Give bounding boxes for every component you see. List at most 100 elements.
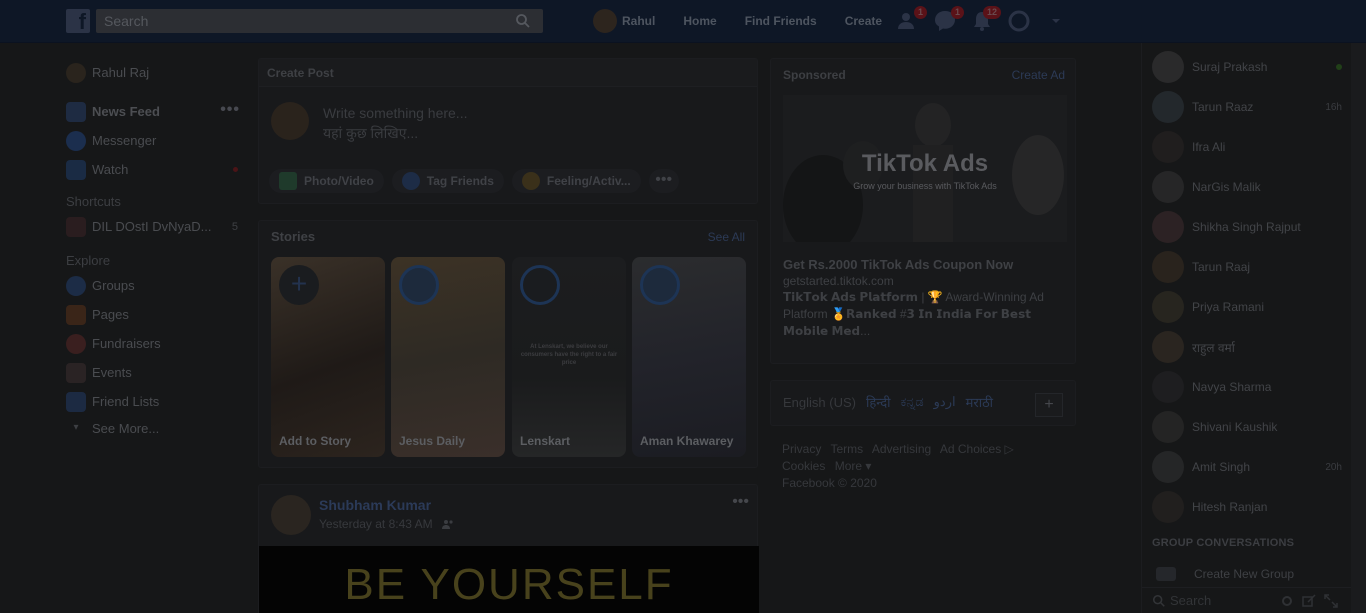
language-hindi-link[interactable]: हिन्दी <box>866 393 891 411</box>
left-sidebar: Rahul Raj News Feed ••• Messenger Watch … <box>66 58 246 440</box>
avatar <box>640 265 680 305</box>
tag-friends-button[interactable]: Tag Friends <box>391 169 504 193</box>
chat-contact[interactable]: NarGis Malik <box>1152 167 1348 207</box>
compose-icon[interactable] <box>1302 594 1316 608</box>
story-add[interactable]: + Add to Story <box>271 257 385 457</box>
sidebar-item-label: Groups <box>92 278 135 293</box>
more-actions-button[interactable]: ••• <box>648 169 679 193</box>
sidebar-item-groups[interactable]: Groups <box>66 271 246 300</box>
feeling-activity-button[interactable]: Feeling/Activ... <box>511 169 641 193</box>
home-link[interactable]: Home <box>683 14 716 28</box>
post-options-button[interactable]: ••• <box>732 493 749 511</box>
facebook-logo-icon[interactable]: f <box>66 9 90 33</box>
chat-search-input[interactable] <box>1170 591 1270 609</box>
avatar <box>1152 491 1184 523</box>
gear-icon[interactable] <box>1280 594 1294 608</box>
chat-contact[interactable]: राहुल वर्मा <box>1152 327 1348 367</box>
notifications-button[interactable]: 12 <box>969 6 1001 34</box>
sidebar-item-messenger[interactable]: Messenger <box>66 126 246 155</box>
account-menu-button[interactable] <box>1043 8 1069 34</box>
create-link[interactable]: Create <box>845 14 882 28</box>
chat-contact[interactable]: Amit Singh 20h <box>1152 447 1348 487</box>
language-kannada-link[interactable]: ಕನ್ನಡ <box>901 394 924 410</box>
expand-icon[interactable] <box>1324 594 1338 608</box>
story-lenskart[interactable]: At Lenskart, we believe our consumers ha… <box>512 257 626 457</box>
footer-cookies-link[interactable]: Cookies <box>782 459 825 473</box>
chat-contact[interactable]: Priya Ramani <box>1152 287 1348 327</box>
chat-contact[interactable]: Navya Sharma <box>1152 367 1348 407</box>
search-bar[interactable] <box>96 9 543 33</box>
sponsored-title: Sponsored <box>783 68 846 82</box>
top-nav-icons: 1 1 12 <box>895 6 1080 34</box>
group-conversations-heading: GROUP CONVERSATIONS <box>1152 537 1295 549</box>
sidebar-item-shortcut[interactable]: DIL DOstI DvNyaD... 5 <box>66 212 246 241</box>
chat-contact[interactable]: Tarun Raaz 16h <box>1152 87 1348 127</box>
contact-name: Tarun Raaz <box>1192 100 1254 114</box>
create-new-group-button[interactable]: Create New Group <box>1156 567 1294 581</box>
see-all-stories-link[interactable]: See All <box>708 230 745 244</box>
chat-contact[interactable]: Hitesh Ranjan <box>1152 487 1348 527</box>
page-scrollbar[interactable] <box>1351 43 1366 613</box>
contact-name: Amit Singh <box>1192 460 1251 474</box>
avatar <box>1152 291 1184 323</box>
sidebar-item-friend-lists[interactable]: Friend Lists <box>66 387 246 416</box>
ad-headline-link[interactable]: Get Rs.2000 TikTok Ads Coupon Now <box>783 257 1013 272</box>
chat-contact[interactable]: Shikha Singh Rajput <box>1152 207 1348 247</box>
story-aman-khawarey[interactable]: Aman Khawarey <box>632 257 746 457</box>
photo-video-button[interactable]: Photo/Video <box>269 169 384 193</box>
chat-contact[interactable]: Ifra Ali <box>1152 127 1348 167</box>
story-label: Lenskart <box>520 434 571 448</box>
avatar <box>1152 131 1184 163</box>
footer-privacy-link[interactable]: Privacy <box>782 442 821 456</box>
sidebar-item-events[interactable]: Events <box>66 358 246 387</box>
post-composer-input[interactable]: Write something here... यहां कुछ लिखिए..… <box>323 103 467 143</box>
action-label: Tag Friends <box>426 174 494 188</box>
avatar <box>1152 251 1184 283</box>
avatar <box>1152 211 1184 243</box>
language-urdu-link[interactable]: اردو <box>934 394 956 410</box>
language-marathi-link[interactable]: मराठी <box>966 393 993 411</box>
messages-button[interactable]: 1 <box>932 6 964 34</box>
tag-friends-icon <box>401 172 420 190</box>
avatar[interactable] <box>271 495 311 535</box>
sidebar-item-watch[interactable]: Watch <box>66 155 246 184</box>
contact-name: Ifra Ali <box>1192 140 1226 154</box>
post-image[interactable]: BE YOURSELF <box>259 546 759 613</box>
language-current: English (US) <box>783 394 856 410</box>
action-label: Feeling/Activ... <box>546 174 631 188</box>
search-icon[interactable] <box>515 13 531 29</box>
ad-image[interactable]: TikTok Ads Grow your business with TikTo… <box>783 95 1067 242</box>
groups-icon <box>66 275 86 296</box>
sidebar-see-more[interactable]: ▾ See More... <box>66 416 246 440</box>
sidebar-item-news-feed[interactable]: News Feed ••• <box>66 97 246 126</box>
search-input[interactable] <box>96 9 543 33</box>
sidebar-item-pages[interactable]: Pages <box>66 300 246 329</box>
footer-ad-choices-link[interactable]: Ad Choices ▷ <box>940 442 1014 456</box>
notifications-badge: 12 <box>982 6 1001 19</box>
friend-requests-button[interactable]: 1 <box>895 6 927 34</box>
contact-name: Hitesh Ranjan <box>1192 500 1268 514</box>
more-options-icon[interactable]: ••• <box>220 101 240 119</box>
story-label: Add to Story <box>279 434 351 448</box>
post-author-link[interactable]: Shubham Kumar <box>319 497 431 513</box>
story-jesus-daily[interactable]: Jesus Daily <box>391 257 505 457</box>
find-friends-link[interactable]: Find Friends <box>745 14 817 28</box>
footer-terms-link[interactable]: Terms <box>830 442 863 456</box>
chat-contact[interactable]: Shivani Kaushik <box>1152 407 1348 447</box>
avatar <box>1152 51 1184 83</box>
composer-placeholder-hi: यहां कुछ लिखिए... <box>323 125 419 141</box>
sidebar-item-label: Messenger <box>92 133 157 148</box>
profile-link[interactable]: Rahul <box>593 9 655 33</box>
chat-contact[interactable]: Suraj Prakash <box>1152 47 1348 87</box>
flag-icon <box>66 304 86 325</box>
footer-advertising-link[interactable]: Advertising <box>872 442 931 456</box>
ad-brand-title: TikTok Ads <box>861 150 989 177</box>
sidebar-item-profile[interactable]: Rahul Raj <box>66 58 246 87</box>
create-ad-link[interactable]: Create Ad <box>1012 68 1065 82</box>
help-button[interactable] <box>1006 8 1032 34</box>
post-timestamp[interactable]: Yesterday at 8:43 AM <box>319 517 455 531</box>
chat-contact[interactable]: Tarun Raaj <box>1152 247 1348 287</box>
add-language-button[interactable]: + <box>1035 393 1063 417</box>
footer-more-link[interactable]: More ▾ <box>835 459 872 473</box>
sidebar-item-fundraisers[interactable]: Fundraisers <box>66 329 246 358</box>
